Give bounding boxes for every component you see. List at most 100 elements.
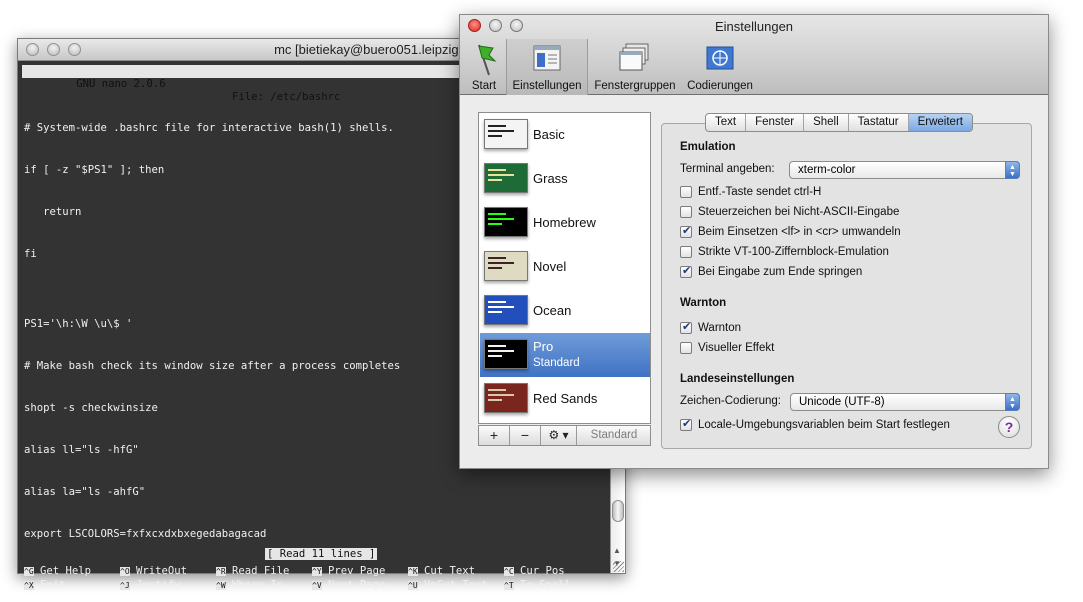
shortcut-label: Prev Page <box>328 565 386 577</box>
checkbox[interactable] <box>680 246 692 258</box>
profile-thumbnail <box>484 295 528 325</box>
encodings-icon <box>705 43 735 76</box>
tab-keyboard[interactable]: Tastatur <box>849 114 909 131</box>
profile-name: Pro <box>533 339 554 354</box>
toolbar-label: Einstellungen <box>512 80 582 92</box>
shortcut-label: Exit <box>40 579 66 591</box>
checkbox[interactable] <box>680 224 692 238</box>
tab-text[interactable]: Text <box>706 114 747 131</box>
scrollbar-thumb[interactable] <box>612 500 624 522</box>
checkbox[interactable] <box>680 206 692 218</box>
toolbar-start[interactable]: Start <box>464 39 504 95</box>
minimize-button[interactable] <box>489 19 502 32</box>
zoom-button[interactable] <box>510 19 523 32</box>
toolbar-window-groups[interactable]: Fenstergruppen <box>592 39 678 95</box>
profile-name: Basic <box>533 127 565 142</box>
shortcut-key: ^O <box>120 567 130 576</box>
shortcut-writeout: ^O WriteOut <box>120 564 187 579</box>
window-groups-icon <box>618 43 652 76</box>
toolbar-encodings[interactable]: Codierungen <box>684 39 756 95</box>
profile-thumbnail <box>484 119 528 149</box>
checkbox-label: Steuerzeichen bei Nicht-ASCII-Eingabe <box>698 206 900 218</box>
gear-menu-button[interactable]: ⚙ ▾ <box>541 426 577 445</box>
nano-status-message: [ Read 11 lines ] <box>265 548 378 560</box>
settings-tabs: Text Fenster Shell Tastatur Erweitert <box>705 113 973 132</box>
tab-window[interactable]: Fenster <box>746 114 805 131</box>
checkbox[interactable] <box>680 264 692 278</box>
buffer-line: export LSCOLORS=fxfxcxdxbxegedabagacad <box>24 528 267 540</box>
add-profile-button[interactable]: + <box>479 426 510 445</box>
shortcut-key: ^W <box>216 581 226 590</box>
profile-list-controls: + − ⚙ ▾ Standard <box>478 425 651 446</box>
checkbox-label: Warnton <box>698 322 742 334</box>
remove-profile-button[interactable]: − <box>510 426 541 445</box>
shortcut-label: Where Is <box>232 579 284 591</box>
help-button[interactable]: ? <box>998 416 1020 438</box>
select-arrows-icon: ▲ ▼ <box>1005 161 1020 179</box>
preferences-window[interactable]: Einstellungen Start Einstellungen Fenste… <box>459 14 1049 469</box>
nano-version: GNU nano 2.0.6 <box>76 78 166 90</box>
resize-grip-icon[interactable] <box>613 561 624 572</box>
encoding-select[interactable]: Unicode (UTF-8) ▲ ▼ <box>790 393 1020 411</box>
terminal-type-select[interactable]: xterm-color ▲ ▼ <box>789 161 1020 179</box>
shortcut-uncut-text: ^U UnCut Text <box>408 578 488 593</box>
shortcut-key: ^Y <box>312 567 322 576</box>
shortcut-exit: ^X Exit <box>24 578 66 593</box>
shortcut-key: ^X <box>24 581 34 590</box>
shortcut-get-help: ^G Get Help <box>24 564 91 579</box>
select-arrows-icon: ▲ ▼ <box>1005 393 1020 411</box>
shortcut-label: WriteOut <box>136 565 188 577</box>
locale-heading: Landeseinstellungen <box>680 373 795 385</box>
shortcut-label: Get Help <box>40 565 92 577</box>
profile-thumbnail <box>484 207 528 237</box>
toolbar-settings[interactable]: Einstellungen <box>506 39 588 95</box>
tab-advanced[interactable]: Erweitert <box>908 114 972 131</box>
profile-name: Ocean <box>533 303 572 318</box>
checkbox[interactable] <box>680 320 692 334</box>
shortcut-cut-text: ^K Cut Text <box>408 564 475 579</box>
shortcut-justify: ^J Justify <box>120 578 181 593</box>
profile-thumbnail <box>484 339 528 369</box>
shortcut-key: ^T <box>504 581 514 590</box>
shortcut-key: ^V <box>312 581 322 590</box>
start-flag-icon <box>471 43 497 80</box>
profile-grass[interactable]: Grass <box>480 157 650 201</box>
profile-basic[interactable]: Basic <box>480 113 650 157</box>
tab-shell[interactable]: Shell <box>804 114 849 131</box>
close-button[interactable] <box>468 19 481 32</box>
checkbox-label: Visueller Effekt <box>698 342 775 354</box>
checkbox-label: Locale-Umgebungsvariablen beim Start fes… <box>698 419 950 431</box>
buffer-line: alias la="ls -ahfG" <box>24 486 146 498</box>
shortcut-key: ^G <box>24 567 34 576</box>
toolbar-label: Start <box>471 80 497 92</box>
set-default-button[interactable]: Standard <box>577 426 651 445</box>
shortcut-label: Read File <box>232 565 290 577</box>
encoding-value: Unicode (UTF-8) <box>799 396 885 408</box>
shortcut-where-is: ^W Where Is <box>216 578 283 593</box>
profile-homebrew[interactable]: Homebrew <box>480 201 650 245</box>
profiles-list[interactable]: Basic Grass Homebrew Novel Ocean Pro Sta… <box>478 112 651 424</box>
scroll-up-arrow-icon[interactable]: ▲ <box>613 546 621 555</box>
preferences-toolbar: Einstellungen Start Einstellungen Fenste… <box>460 15 1048 95</box>
profile-name: Homebrew <box>533 215 596 230</box>
profile-ocean[interactable]: Ocean <box>480 289 650 333</box>
checkbox-label: Entf.-Taste sendet ctrl-H <box>698 186 822 198</box>
profile-pro[interactable]: Pro Standard <box>480 333 650 377</box>
profile-red-sands[interactable]: Red Sands <box>480 377 650 421</box>
shortcut-key: ^K <box>408 567 418 576</box>
checkbox[interactable] <box>680 417 692 431</box>
checkbox[interactable] <box>680 342 692 354</box>
shortcut-key: ^C <box>504 567 514 576</box>
profile-thumbnail <box>484 251 528 281</box>
profile-thumbnail <box>484 163 528 193</box>
profile-novel[interactable]: Novel <box>480 245 650 289</box>
toolbar-label: Fenstergruppen <box>594 80 676 92</box>
shortcut-prev-page: ^Y Prev Page <box>312 564 385 579</box>
shortcut-label: Cur Pos <box>520 565 565 577</box>
checkbox[interactable] <box>680 186 692 198</box>
profile-name: Grass <box>533 171 568 186</box>
shortcut-cur-pos: ^C Cur Pos <box>504 564 565 579</box>
checkbox-label: Beim Einsetzen <lf> in <cr> umwandeln <box>698 226 901 238</box>
shortcut-label: Justify <box>136 579 181 591</box>
shortcut-next-page: ^V Next Page <box>312 578 385 593</box>
